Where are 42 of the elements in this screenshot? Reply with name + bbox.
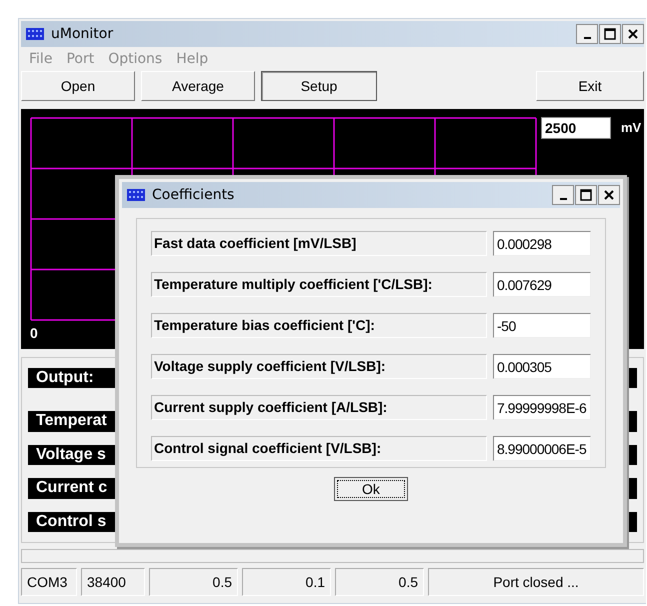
status-cell: Port closed ... [428, 568, 644, 596]
app-icon [25, 26, 45, 42]
maximize-button[interactable] [575, 185, 597, 205]
input-field[interactable]: 8.99000006E-5 [493, 436, 591, 461]
input-field[interactable]: -50 [493, 313, 591, 338]
status-cell: COM3 [21, 568, 77, 596]
scale-field[interactable]: 2500 [541, 117, 611, 139]
field-label: Current supply coefficient [A/LSB]: [151, 395, 487, 420]
field-label: Fast data coefficient [mV/LSB] [151, 231, 487, 256]
maximize-icon [580, 189, 592, 201]
exit-button[interactable]: Exit [536, 71, 644, 101]
close-button[interactable] [622, 24, 644, 44]
app-icon [126, 187, 146, 203]
maximize-icon [604, 28, 616, 40]
minimize-button[interactable] [576, 24, 598, 44]
input-field[interactable]: 0.000298 [493, 231, 591, 256]
maximize-button[interactable] [599, 24, 621, 44]
status-cell: 0.5 [335, 568, 424, 596]
axis-label: 0 [30, 325, 38, 341]
dialog-title: Coefficients [152, 187, 234, 203]
status-cell: 38400 [81, 568, 145, 596]
status-cell: 0.1 [242, 568, 331, 596]
input-field[interactable]: 7.99999998E-6 [493, 395, 591, 420]
input-field[interactable]: 0.000305 [493, 354, 591, 379]
toolbar-button[interactable]: Open [21, 71, 135, 101]
close-icon [603, 189, 615, 201]
minimize-button[interactable] [552, 185, 574, 205]
ok-button[interactable]: Ok [334, 477, 408, 501]
toolbar-button[interactable]: Setup [261, 71, 377, 101]
unit-label: mV [621, 120, 642, 135]
minimize-icon [584, 37, 590, 39]
minimize-icon [560, 198, 566, 200]
window-title: uMonitor [51, 26, 114, 42]
field-label: Temperature bias coefficient ['C]: [151, 313, 487, 338]
close-icon [627, 28, 639, 40]
field-label: Control signal coefficient [V/LSB]: [151, 436, 487, 461]
toolbar-button[interactable]: Average [141, 71, 255, 101]
input-field[interactable]: 0.007629 [493, 272, 591, 297]
status-cell: 0.5 [149, 568, 238, 596]
field-label: Voltage supply coefficient [V/LSB]: [151, 354, 487, 379]
close-button[interactable] [598, 185, 620, 205]
field-label: Temperature multiply coefficient ['C/LSB]: [151, 272, 487, 297]
